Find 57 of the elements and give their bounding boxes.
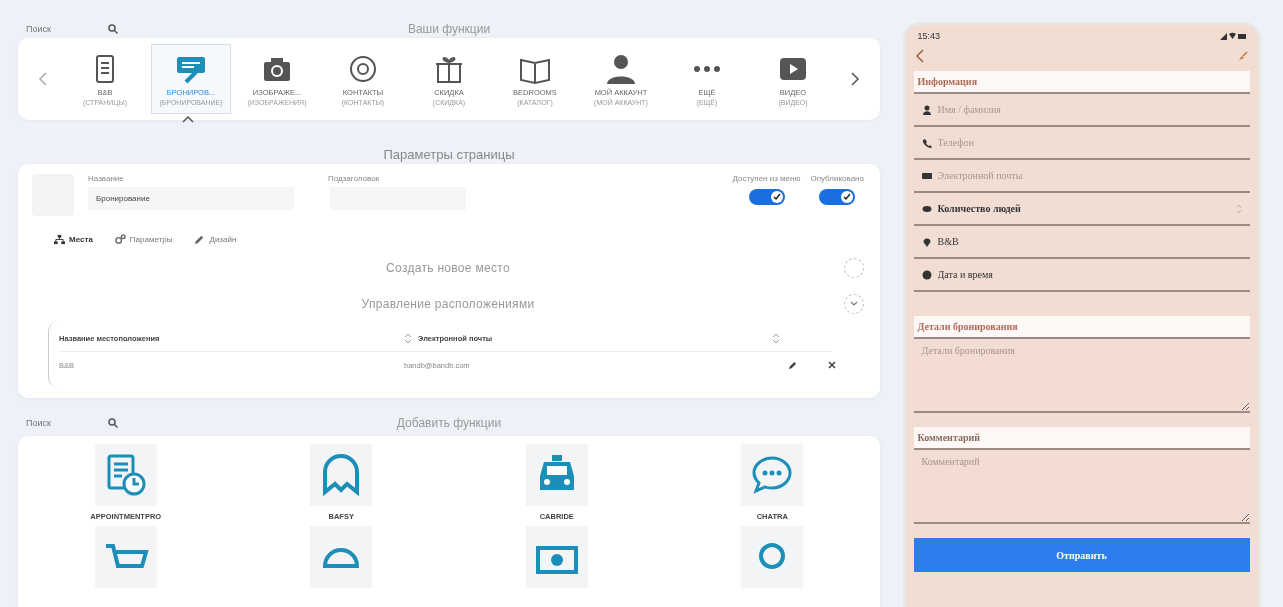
form-field[interactable]: Электронной почты bbox=[937, 170, 1242, 181]
field-label: Подзаголовок bbox=[328, 174, 381, 183]
mail-icon bbox=[921, 170, 932, 181]
manage-locations-heading: Управление расположениями bbox=[361, 297, 535, 311]
function-tile[interactable] bbox=[94, 444, 157, 506]
tab[interactable]: Места bbox=[54, 232, 93, 247]
back-icon[interactable] bbox=[915, 49, 924, 63]
name-field[interactable]: Бронирование bbox=[88, 187, 294, 210]
toggle-label: Доступен из меню bbox=[732, 174, 801, 183]
section-title: Добавить функции bbox=[395, 416, 503, 430]
collapse-button[interactable] bbox=[844, 294, 864, 314]
form-section-title: Информация bbox=[913, 71, 1250, 94]
form-field[interactable]: Телефон bbox=[937, 137, 1242, 148]
pin-icon bbox=[921, 236, 932, 247]
toggle-label: Опубликовано bbox=[810, 174, 864, 183]
form-field[interactable]: B&B bbox=[937, 236, 1242, 247]
pencil-icon bbox=[194, 234, 206, 245]
check-icon bbox=[772, 193, 781, 201]
form-section-title: Детали бронирования bbox=[913, 316, 1250, 339]
gears-icon bbox=[114, 234, 126, 245]
section-title: Ваши функции bbox=[406, 22, 492, 36]
caret-icon bbox=[182, 116, 194, 123]
brush-icon[interactable] bbox=[1237, 51, 1248, 61]
person-icon bbox=[921, 104, 932, 115]
submit-button[interactable]: Отправить bbox=[913, 538, 1250, 572]
form-field[interactable]: Имя / фамилия bbox=[937, 104, 1242, 115]
form-section-title: Комментарий bbox=[913, 427, 1250, 450]
sort-icon[interactable] bbox=[772, 332, 780, 344]
tab[interactable]: Параметры bbox=[114, 232, 173, 247]
search-field[interactable]: Поиск bbox=[18, 418, 86, 428]
status-time: 15:43 bbox=[917, 31, 941, 41]
function-tile[interactable] bbox=[310, 526, 373, 588]
toggle-switch[interactable] bbox=[819, 189, 856, 205]
section-title: Параметры страницы bbox=[382, 147, 516, 162]
function-tile[interactable] bbox=[310, 444, 373, 506]
phone-icon bbox=[921, 137, 932, 148]
chevron-down-icon bbox=[850, 301, 858, 307]
check-icon bbox=[843, 193, 852, 201]
search-field[interactable]: Поиск bbox=[18, 24, 86, 34]
create-place-heading: Создать новое место bbox=[386, 261, 510, 275]
sort-icon[interactable] bbox=[404, 332, 412, 344]
function-tile[interactable] bbox=[741, 444, 804, 506]
status-icons-drawing bbox=[1219, 32, 1246, 40]
form-field[interactable]: Количество людей bbox=[937, 203, 1230, 214]
edit-icon[interactable] bbox=[787, 360, 797, 370]
tab[interactable]: Дизайн bbox=[194, 232, 237, 247]
sitemap-icon bbox=[54, 234, 65, 245]
function-tile[interactable] bbox=[741, 526, 804, 588]
more-icon bbox=[694, 66, 720, 72]
form-field[interactable]: Дата и время bbox=[937, 269, 1242, 280]
function-tile[interactable] bbox=[525, 526, 588, 588]
delete-icon[interactable] bbox=[828, 361, 836, 369]
toggle-switch[interactable] bbox=[748, 189, 785, 205]
user-icon bbox=[604, 52, 638, 86]
field-label: Название bbox=[88, 174, 125, 183]
function-tile[interactable] bbox=[94, 526, 157, 588]
function-tile[interactable] bbox=[525, 444, 588, 506]
